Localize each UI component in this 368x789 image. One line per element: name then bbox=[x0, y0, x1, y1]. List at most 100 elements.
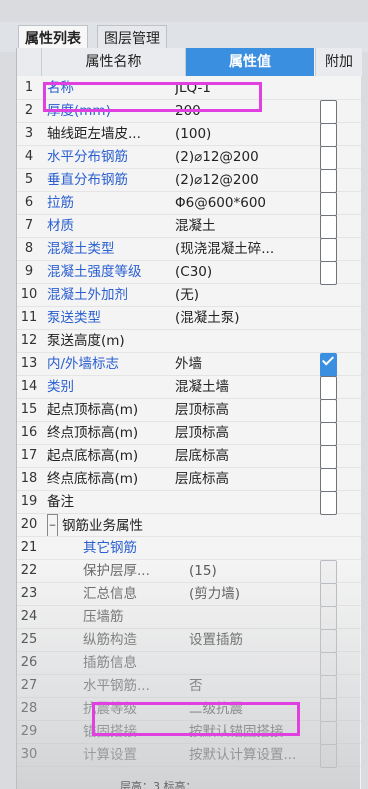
row-number: 30 bbox=[20, 747, 38, 762]
attach-checkbox[interactable] bbox=[320, 583, 337, 607]
property-value[interactable] bbox=[189, 606, 324, 628]
property-value[interactable]: (C30) bbox=[175, 261, 310, 283]
property-name: 类别 bbox=[47, 379, 74, 395]
table-row[interactable]: 6 拉筋 Φ6@600*600 bbox=[17, 192, 361, 216]
table-row[interactable]: 27 水平钢筋... 否 bbox=[17, 675, 361, 699]
table-row[interactable]: 17 起点底标高(m) 层底标高 bbox=[17, 445, 361, 469]
grid-header: 属性名称 属性值 附加 bbox=[17, 48, 362, 76]
property-value[interactable]: (混凝土泵) bbox=[175, 307, 310, 329]
property-value[interactable]: 层顶标高 bbox=[175, 399, 310, 421]
property-value[interactable] bbox=[189, 537, 324, 559]
property-value[interactable]: (15) bbox=[189, 560, 324, 582]
table-row[interactable]: 26 插筋信息 bbox=[17, 652, 361, 676]
table-row[interactable]: 25 纵筋构造 设置插筋 bbox=[17, 629, 361, 653]
attach-checkbox[interactable] bbox=[320, 675, 337, 699]
table-row[interactable]: 4 水平分布钢筋 (2)⌀12@200 bbox=[17, 146, 361, 170]
row-number: 26 bbox=[20, 655, 38, 670]
table-row[interactable]: 30 计算设置 按默认计算设置... bbox=[17, 744, 361, 768]
table-row[interactable]: 15 起点顶标高(m) 层顶标高 bbox=[17, 399, 361, 423]
attach-checkbox[interactable] bbox=[320, 215, 337, 239]
attach-checkbox[interactable] bbox=[320, 422, 337, 446]
table-row[interactable]: 11 泵送类型 (混凝土泵) bbox=[17, 307, 361, 330]
property-name: 起点顶标高(m) bbox=[47, 402, 139, 418]
table-row[interactable]: 13 内/外墙标志 外墙 bbox=[17, 353, 361, 377]
property-value[interactable] bbox=[175, 491, 310, 513]
property-name: 材质 bbox=[47, 218, 74, 234]
table-row[interactable]: 23 汇总信息 (剪力墙) bbox=[17, 583, 361, 607]
row-number: 11 bbox=[20, 310, 38, 325]
property-value[interactable]: 层顶标高 bbox=[175, 422, 310, 444]
collapse-icon[interactable]: − bbox=[47, 514, 58, 536]
table-row[interactable]: 21 其它钢筋 bbox=[17, 537, 361, 560]
property-value[interactable]: (100) bbox=[175, 123, 310, 145]
table-row[interactable]: 20− 钢筋业务属性 bbox=[17, 514, 361, 537]
property-value[interactable]: 按默认计算设置... bbox=[189, 744, 324, 766]
property-value[interactable]: (现浇混凝土碎... bbox=[175, 238, 310, 260]
property-value[interactable]: 否 bbox=[189, 675, 324, 697]
table-row[interactable]: 22 保护层厚... (15) bbox=[17, 560, 361, 584]
table-row[interactable]: 14 类别 混凝土墙 bbox=[17, 376, 361, 400]
property-name: 泵送高度(m) bbox=[47, 333, 125, 349]
row-number: 14 bbox=[20, 379, 38, 394]
table-row[interactable]: 12 泵送高度(m) bbox=[17, 330, 361, 353]
row-number: 17 bbox=[20, 448, 38, 463]
header-property-value[interactable]: 属性值 bbox=[186, 48, 314, 76]
property-value[interactable]: (剪力墙) bbox=[189, 583, 324, 605]
header-property-name[interactable]: 属性名称 bbox=[42, 48, 186, 76]
row-number: 25 bbox=[20, 632, 38, 647]
attach-checkbox[interactable] bbox=[320, 353, 337, 377]
property-value[interactable]: 设置插筋 bbox=[189, 629, 324, 651]
table-row[interactable]: 7 材质 混凝土 bbox=[17, 215, 361, 239]
attach-checkbox[interactable] bbox=[320, 560, 337, 584]
attach-checkbox[interactable] bbox=[320, 261, 337, 285]
property-value[interactable]: Φ6@600*600 bbox=[175, 192, 310, 214]
attach-checkbox[interactable] bbox=[320, 721, 337, 745]
attach-checkbox[interactable] bbox=[320, 744, 337, 768]
table-row[interactable]: 10 混凝土外加剂 (无) bbox=[17, 284, 361, 307]
table-row[interactable]: 3 轴线距左墙皮... (100) bbox=[17, 123, 361, 147]
attach-checkbox[interactable] bbox=[320, 169, 337, 193]
property-name: 垂直分布钢筋 bbox=[47, 172, 128, 188]
attach-checkbox[interactable] bbox=[320, 192, 337, 216]
property-value[interactable]: 混凝土墙 bbox=[175, 376, 310, 398]
attach-checkbox[interactable] bbox=[320, 376, 337, 400]
attach-checkbox[interactable] bbox=[320, 698, 337, 722]
property-value[interactable]: (2)⌀12@200 bbox=[175, 169, 310, 191]
property-value[interactable]: 层底标高 bbox=[175, 445, 310, 467]
attach-checkbox[interactable] bbox=[320, 652, 337, 676]
table-row[interactable]: 24 压墙筋 bbox=[17, 606, 361, 630]
property-value[interactable] bbox=[189, 652, 324, 674]
attach-checkbox[interactable] bbox=[320, 399, 337, 423]
row-number: 8 bbox=[24, 241, 34, 256]
table-row[interactable]: 16 终点顶标高(m) 层顶标高 bbox=[17, 422, 361, 446]
property-value[interactable] bbox=[175, 514, 310, 536]
header-attach[interactable]: 附加 bbox=[315, 48, 362, 76]
property-value[interactable]: (无) bbox=[175, 284, 310, 306]
table-row[interactable]: 5 垂直分布钢筋 (2)⌀12@200 bbox=[17, 169, 361, 193]
table-row[interactable]: 8 混凝土类型 (现浇混凝土碎... bbox=[17, 238, 361, 262]
property-value[interactable]: (2)⌀12@200 bbox=[175, 146, 310, 168]
table-row[interactable]: 18 终点底标高(m) 层底标高 bbox=[17, 468, 361, 492]
highlight-box-name bbox=[43, 82, 262, 112]
property-value[interactable] bbox=[175, 330, 310, 352]
row-number: 16 bbox=[20, 425, 38, 440]
attach-checkbox[interactable] bbox=[320, 100, 337, 124]
row-number: 18 bbox=[20, 471, 38, 486]
attach-checkbox[interactable] bbox=[320, 238, 337, 262]
property-value[interactable]: 外墙 bbox=[175, 353, 310, 375]
attach-checkbox[interactable] bbox=[320, 445, 337, 469]
attach-checkbox[interactable] bbox=[320, 146, 337, 170]
property-value[interactable]: 混凝土 bbox=[175, 215, 310, 237]
property-value[interactable]: 层底标高 bbox=[175, 468, 310, 490]
attach-checkbox[interactable] bbox=[320, 629, 337, 653]
attach-checkbox[interactable] bbox=[320, 491, 337, 515]
row-number: 24 bbox=[20, 609, 38, 624]
attach-checkbox[interactable] bbox=[320, 123, 337, 147]
attach-checkbox[interactable] bbox=[320, 468, 337, 492]
row-number: 7 bbox=[24, 218, 34, 233]
attach-checkbox[interactable] bbox=[320, 606, 337, 630]
property-name: 混凝土强度等级 bbox=[47, 264, 142, 280]
table-row[interactable]: 19 备注 bbox=[17, 491, 361, 515]
property-name: 内/外墙标志 bbox=[47, 356, 120, 372]
table-row[interactable]: 9 混凝土强度等级 (C30) bbox=[17, 261, 361, 285]
